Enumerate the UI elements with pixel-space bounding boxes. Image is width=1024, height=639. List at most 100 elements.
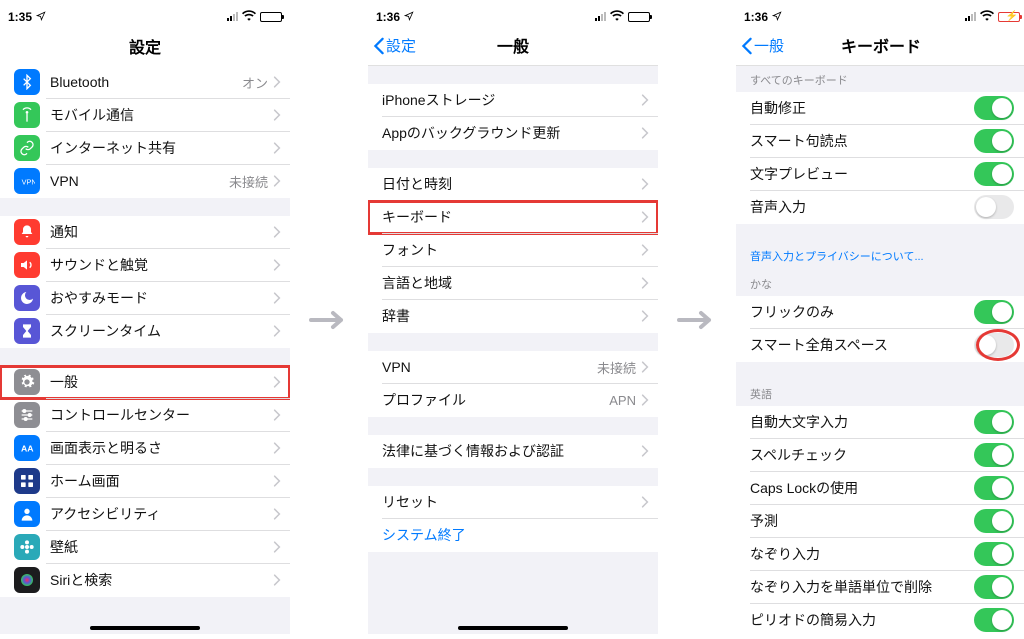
row-value: 未接続 <box>597 358 636 377</box>
row-label: フリックのみ <box>750 302 974 322</box>
vpn-icon: VPN <box>14 168 40 194</box>
settings-row[interactable]: Siriと検索 <box>0 564 290 597</box>
toggle-switch[interactable] <box>974 575 1014 599</box>
settings-row[interactable]: プロファイルAPN <box>368 384 658 417</box>
settings-row[interactable]: AA 画面表示と明るさ <box>0 432 290 465</box>
settings-row[interactable]: VPN未接続 <box>368 351 658 384</box>
settings-row: Caps Lockの使用 <box>736 472 1024 505</box>
chevron-right-icon <box>272 475 290 487</box>
nav-title: 設定 <box>129 34 161 58</box>
moon-icon <box>14 285 40 311</box>
row-label: Bluetooth <box>50 74 242 90</box>
settings-row[interactable]: スクリーンタイム <box>0 315 290 348</box>
chevron-right-icon <box>272 142 290 154</box>
row-label: プロファイル <box>382 390 609 410</box>
chevron-right-icon <box>640 310 658 322</box>
row-label: 画面表示と明るさ <box>50 438 272 458</box>
group-footer-link[interactable]: 音声入力とプライバシーについて... <box>736 242 1024 270</box>
toggle-switch[interactable] <box>974 509 1014 533</box>
row-label: Siriと検索 <box>50 570 272 590</box>
row-label: 壁紙 <box>50 537 272 557</box>
row-label: VPN <box>50 173 229 189</box>
home-indicator <box>458 626 568 630</box>
location-icon <box>772 10 782 24</box>
row-label: フォント <box>382 240 640 260</box>
chevron-right-icon <box>272 442 290 454</box>
toggle-switch[interactable] <box>974 333 1014 357</box>
aa-icon: AA <box>14 435 40 461</box>
toggle-switch[interactable] <box>974 195 1014 219</box>
settings-row[interactable]: ホーム画面 <box>0 465 290 498</box>
settings-row[interactable]: アクセシビリティ <box>0 498 290 531</box>
settings-row[interactable]: 一般 <box>0 366 290 399</box>
sliders-icon <box>14 402 40 428</box>
settings-group: 自動大文字入力スペルチェックCaps Lockの使用予測なぞり入力なぞり入力を単… <box>736 406 1024 634</box>
chevron-right-icon <box>640 244 658 256</box>
chevron-right-icon <box>640 394 658 406</box>
chevron-right-icon <box>272 109 290 121</box>
settings-row[interactable]: 辞書 <box>368 300 658 333</box>
status-bar: 1:36⚡ <box>736 6 1024 26</box>
settings-row[interactable]: 法律に基づく情報および認証 <box>368 435 658 468</box>
nav-back-label: 設定 <box>386 35 416 56</box>
settings-row[interactable]: iPhoneストレージ <box>368 84 658 117</box>
settings-row[interactable]: 日付と時刻 <box>368 168 658 201</box>
charging-icon: ⚡ <box>1006 11 1018 22</box>
settings-row[interactable]: フォント <box>368 234 658 267</box>
settings-group: フリックのみスマート全角スペース <box>736 296 1024 362</box>
row-label: 通知 <box>50 222 272 242</box>
toggle-switch[interactable] <box>974 96 1014 120</box>
settings-group: リセットシステム終了 <box>368 486 658 552</box>
flow-arrow <box>290 6 368 634</box>
settings-row[interactable]: Bluetoothオン <box>0 66 290 99</box>
group-header: すべてのキーボード <box>736 66 1024 92</box>
speaker-icon <box>14 252 40 278</box>
settings-row[interactable]: キーボード <box>368 201 658 234</box>
bell-icon <box>14 219 40 245</box>
location-icon <box>36 10 46 24</box>
settings-row[interactable]: システム終了 <box>368 519 658 552</box>
row-label: 予測 <box>750 511 974 531</box>
settings-row[interactable]: モバイル通信 <box>0 99 290 132</box>
settings-row[interactable]: おやすみモード <box>0 282 290 315</box>
chevron-right-icon <box>272 259 290 271</box>
toggle-switch[interactable] <box>974 476 1014 500</box>
settings-row[interactable]: リセット <box>368 486 658 519</box>
settings-row: スマート句読点 <box>736 125 1024 158</box>
toggle-switch[interactable] <box>974 129 1014 153</box>
settings-row[interactable]: 通知 <box>0 216 290 249</box>
toggle-switch[interactable] <box>974 608 1014 632</box>
settings-row[interactable]: インターネット共有 <box>0 132 290 165</box>
cell-signal-icon <box>595 12 606 21</box>
toggle-switch[interactable] <box>974 162 1014 186</box>
row-label: サウンドと触覚 <box>50 255 272 275</box>
settings-content: Bluetoothオンモバイル通信インターネット共有VPNVPN未接続通知サウン… <box>0 66 290 634</box>
gear-icon <box>14 369 40 395</box>
settings-group: 通知サウンドと触覚おやすみモードスクリーンタイム <box>0 216 290 348</box>
toggle-switch[interactable] <box>974 300 1014 324</box>
settings-row[interactable]: サウンドと触覚 <box>0 249 290 282</box>
phone-screen-2: 1:36⚡一般キーボードすべてのキーボード自動修正スマート句読点文字プレビュー音… <box>736 6 1024 634</box>
settings-row[interactable]: コントロールセンター <box>0 399 290 432</box>
row-label: iPhoneストレージ <box>382 90 640 110</box>
settings-row[interactable]: VPNVPN未接続 <box>0 165 290 198</box>
toggle-switch[interactable] <box>974 410 1014 434</box>
row-label: システム終了 <box>382 525 658 545</box>
row-value: 未接続 <box>229 172 268 191</box>
row-label: なぞり入力 <box>750 544 974 564</box>
nav-back-button[interactable]: 一般 <box>740 26 784 66</box>
settings-row[interactable]: Appのバックグラウンド更新 <box>368 117 658 150</box>
hourglass-icon <box>14 318 40 344</box>
settings-row: ピリオドの簡易入力 <box>736 604 1024 634</box>
toggle-switch[interactable] <box>974 542 1014 566</box>
siri-icon <box>14 567 40 593</box>
nav-back-button[interactable]: 設定 <box>372 26 416 66</box>
cell-signal-icon <box>227 12 238 21</box>
chevron-right-icon <box>272 376 290 388</box>
settings-row[interactable]: 言語と地域 <box>368 267 658 300</box>
battery-icon <box>628 12 650 22</box>
settings-row[interactable]: 壁紙 <box>0 531 290 564</box>
settings-row: スマート全角スペース <box>736 329 1024 362</box>
toggle-switch[interactable] <box>974 443 1014 467</box>
chevron-right-icon <box>272 76 290 88</box>
